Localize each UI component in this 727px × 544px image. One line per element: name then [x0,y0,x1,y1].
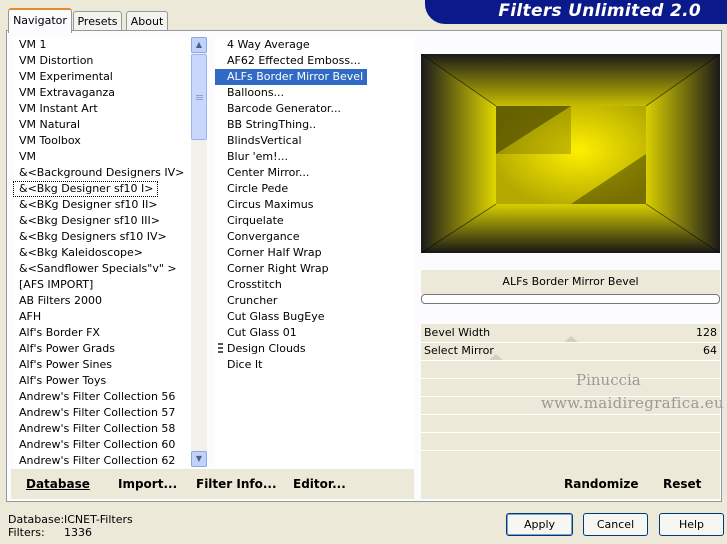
drag-grip-icon [218,342,224,354]
filter-item[interactable]: Cruncher [215,293,414,309]
filter-name-label: ALFs Border Mirror Bevel [421,270,720,294]
title-banner: Filters Unlimited 2.0 [425,0,727,24]
watermark-line-2: www.maidiregrafica.eu [541,394,724,412]
filter-item[interactable]: AF62 Effected Emboss... [215,53,414,69]
cancel-button[interactable]: Cancel [583,513,648,536]
category-item[interactable]: &<Background Designers IV> [13,165,191,181]
filters-status-label: Filters: [8,526,45,539]
tab-presets[interactable]: Presets [73,11,122,31]
category-item[interactable]: VM Experimental [13,69,191,85]
watermark-line-1: Pinuccia [576,371,641,389]
category-item[interactable]: VM 1 [13,37,191,53]
database-status-value: ICNET-Filters [64,513,133,526]
category-item[interactable]: VM Distortion [13,53,191,69]
scroll-up-button[interactable]: ▲ [191,37,207,53]
banner-title: Filters Unlimited 2.0 [498,1,701,21]
category-item[interactable]: Andrew's Filter Collection 62 [13,453,191,468]
category-item[interactable]: VM [13,149,191,165]
category-item[interactable]: VM Extravaganza [13,85,191,101]
filter-item[interactable]: Balloons... [215,85,414,101]
filter-item[interactable]: Cut Glass BugEye [215,309,414,325]
category-item[interactable]: AB Filters 2000 [13,293,191,309]
param-value: 128 [696,326,717,339]
filter-item[interactable]: Convergance [215,229,414,245]
database-button[interactable]: Database [26,477,90,491]
category-item[interactable]: [AFS IMPORT] [13,277,191,293]
param-label: Select Mirror [424,344,494,357]
database-status-label: Database: [8,513,65,526]
filter-item[interactable]: Design Clouds [215,341,414,357]
editor-button[interactable]: Editor... [293,477,346,491]
category-item[interactable]: VM Natural [13,117,191,133]
category-item[interactable]: Andrew's Filter Collection 58 [13,421,191,437]
category-item[interactable]: Andrew's Filter Collection 57 [13,405,191,421]
randomize-button[interactable]: Randomize [564,477,638,491]
category-item[interactable]: &<Bkg Designers sf10 IV> [13,229,191,245]
filter-item[interactable]: Cut Glass 01 [215,325,414,341]
tab-navigator[interactable]: Navigator [8,8,72,33]
category-item[interactable]: Andrew's Filter Collection 60 [13,437,191,453]
filter-item[interactable]: Dice It [215,357,414,373]
category-scrollbar[interactable]: ▲ ▼ [191,37,207,467]
category-item[interactable]: AFH [13,309,191,325]
filter-item[interactable]: Barcode Generator... [215,101,414,117]
param-row-bevel-width[interactable]: Bevel Width 128 [421,324,720,343]
filter-item[interactable]: Blur 'em!... [215,149,414,165]
category-item[interactable]: Alf's Power Sines [13,357,191,373]
filter-list[interactable]: 4 Way Average AF62 Effected Emboss... ALFs… [215,37,414,468]
filter-item[interactable]: BB StringThing.. [215,117,414,133]
progress-bar [421,294,720,304]
import-button[interactable]: Import... [118,477,177,491]
reset-button[interactable]: Reset [663,477,701,491]
help-button[interactable]: Help [659,513,724,536]
category-item[interactable]: &<Bkg Designer sf10 III> [13,213,191,229]
filter-item[interactable]: 4 Way Average [215,37,414,53]
category-item[interactable]: Andrew's Filter Collection 56 [13,389,191,405]
category-item[interactable]: VM Toolbox [13,133,191,149]
filter-item[interactable]: Corner Half Wrap [215,245,414,261]
category-item[interactable]: Alf's Border FX [13,325,191,341]
filter-item[interactable]: ALFs Border Mirror Bevel [215,69,368,85]
filter-item[interactable]: Crosstitch [215,277,414,293]
category-item[interactable]: VM Instant Art [13,101,191,117]
category-item[interactable]: Alf's Power Toys [13,373,191,389]
category-item[interactable]: &<Sandflower Specials"v" > [13,261,191,277]
param-row-select-mirror[interactable]: Select Mirror 64 [421,342,720,361]
apply-button[interactable]: Apply [506,513,573,536]
filter-item[interactable]: Circus Maximus [215,197,414,213]
param-label: Bevel Width [424,326,491,339]
category-item[interactable]: &<Bkg Designer sf10 I> [13,181,158,197]
filter-item[interactable]: Cirquelate [215,213,414,229]
category-item[interactable]: Alf's Power Grads [13,341,191,357]
category-item[interactable]: &<Bkg Kaleidoscope> [13,245,191,261]
filter-item[interactable]: Circle Pede [215,181,414,197]
param-value: 64 [703,344,717,357]
tab-about[interactable]: About [126,11,168,31]
filter-info-button[interactable]: Filter Info... [196,477,277,491]
category-list[interactable]: VM 1 VM Distortion VM Experimental VM Extra… [13,37,191,468]
filter-item[interactable]: Corner Right Wrap [215,261,414,277]
scroll-thumb[interactable] [191,54,207,140]
preview-image [421,54,720,253]
filters-count-value: 1336 [64,526,92,539]
category-item[interactable]: &<BKg Designer sf10 II> [13,197,191,213]
filter-item[interactable]: BlindsVertical [215,133,414,149]
filter-item[interactable]: Center Mirror... [215,165,414,181]
scroll-down-button[interactable]: ▼ [191,451,207,467]
